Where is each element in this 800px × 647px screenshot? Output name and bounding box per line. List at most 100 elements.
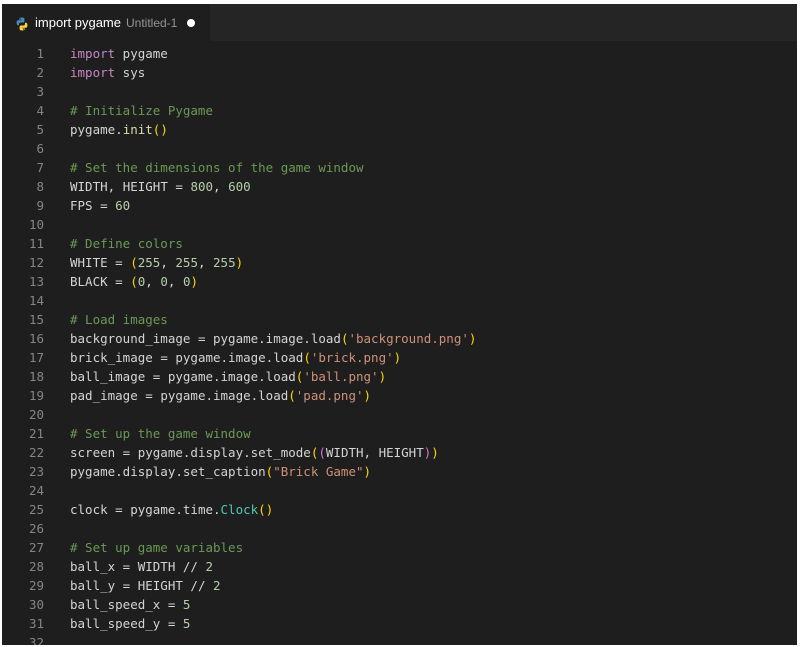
code-line[interactable]: 19 pad_image = pygame.image.load('pad.png… bbox=[2, 386, 797, 405]
line-number: 24 bbox=[28, 483, 44, 498]
line-number: 12 bbox=[28, 255, 44, 270]
code-line[interactable]: 26 bbox=[2, 519, 797, 538]
line-number: 8 bbox=[36, 179, 44, 194]
code-token: background_image bbox=[70, 331, 191, 346]
code-text: WHITE = (255, 255, 255) bbox=[70, 253, 243, 272]
tab-untitled-1[interactable]: import pygame Untitled-1 bbox=[2, 4, 210, 41]
code-line[interactable]: 21 # Set up the game window bbox=[2, 424, 797, 443]
code-token: 'ball.png' bbox=[303, 369, 379, 384]
code-line[interactable]: 16 background_image = pygame.image.load('… bbox=[2, 329, 797, 348]
code-line[interactable]: 30 ball_speed_x = 5 bbox=[2, 595, 797, 614]
code-line[interactable]: 29 ball_y = HEIGHT // 2 bbox=[2, 576, 797, 595]
code-editor[interactable]: 1 import pygame 2 import sys 3 4 # Initialize … bbox=[2, 41, 797, 645]
code-line[interactable]: 24 bbox=[2, 481, 797, 500]
code-line[interactable]: 8 WIDTH, HEIGHT = 800, 600 bbox=[2, 177, 797, 196]
code-line[interactable]: 4 # Initialize Pygame bbox=[2, 101, 797, 120]
code-token: pygame bbox=[115, 46, 168, 61]
code-line[interactable]: 13 BLACK = (0, 0, 0) bbox=[2, 272, 797, 291]
code-token: 'pad.png' bbox=[295, 388, 364, 403]
code-token: ball_speed_y bbox=[70, 616, 161, 631]
code-text: # Initialize Pygame bbox=[70, 101, 213, 120]
line-number: 20 bbox=[28, 407, 44, 422]
code-token: 0 bbox=[160, 274, 168, 289]
line-number: 27 bbox=[28, 540, 44, 555]
line-number: 21 bbox=[28, 426, 44, 441]
code-token: 800 bbox=[190, 179, 214, 194]
code-token: = bbox=[115, 559, 138, 574]
line-number: 18 bbox=[28, 369, 44, 384]
code-token: , bbox=[213, 179, 229, 194]
unsaved-dot-icon[interactable] bbox=[187, 18, 196, 27]
line-number: 6 bbox=[36, 141, 44, 156]
code-token: = bbox=[137, 388, 161, 403]
code-line[interactable]: 3 bbox=[2, 82, 797, 101]
code-token: ) bbox=[363, 388, 372, 403]
code-line[interactable]: 6 bbox=[2, 139, 797, 158]
code-token: brick_image bbox=[70, 350, 153, 365]
code-token: 5 bbox=[182, 616, 191, 631]
code-text: pygame.init() bbox=[70, 120, 168, 139]
code-text: # Set up the game window bbox=[70, 424, 251, 443]
code-token: pygame.display.set_mode bbox=[137, 445, 311, 460]
code-token: HEIGHT bbox=[122, 179, 168, 194]
line-number: 1 bbox=[36, 46, 44, 61]
code-token: , bbox=[197, 255, 214, 270]
code-token: "Brick Game" bbox=[273, 464, 364, 479]
code-text: FPS = 60 bbox=[70, 196, 130, 215]
code-text: clock = pygame.time.Clock() bbox=[70, 500, 273, 519]
code-text: ball_speed_y = 5 bbox=[70, 614, 190, 633]
code-line[interactable]: 27 # Set up game variables bbox=[2, 538, 797, 557]
code-token: ( bbox=[288, 388, 296, 403]
code-token: () bbox=[152, 122, 168, 137]
code-token: ( bbox=[303, 350, 311, 365]
code-token: = bbox=[167, 179, 191, 194]
code-token: import bbox=[70, 65, 116, 80]
code-line[interactable]: 10 bbox=[2, 215, 797, 234]
code-line[interactable]: 31 ball_speed_y = 5 bbox=[2, 614, 797, 633]
code-token: = bbox=[107, 255, 131, 270]
line-number: 4 bbox=[36, 103, 44, 118]
tab-description: Untitled-1 bbox=[125, 15, 178, 30]
code-line[interactable]: 12 WHITE = (255, 255, 255) bbox=[2, 253, 797, 272]
code-token: ) bbox=[431, 445, 439, 460]
code-token: # Set the dimensions of the game window bbox=[70, 160, 364, 175]
code-token: WIDTH // bbox=[137, 559, 206, 574]
code-token: ) bbox=[363, 464, 372, 479]
line-number: 16 bbox=[28, 331, 44, 346]
tab-bar: import pygame Untitled-1 bbox=[2, 4, 797, 41]
code-token: WIDTH, HEIGHT bbox=[325, 445, 424, 460]
code-token: , bbox=[107, 179, 123, 194]
code-line[interactable]: 9 FPS = 60 bbox=[2, 196, 797, 215]
code-line[interactable]: 1 import pygame bbox=[2, 44, 797, 63]
code-line[interactable]: 25 clock = pygame.time.Clock() bbox=[2, 500, 797, 519]
code-line[interactable]: 32 bbox=[2, 633, 797, 645]
code-line[interactable]: 22 screen = pygame.display.set_mode((WIDT… bbox=[2, 443, 797, 462]
code-token: sys bbox=[115, 65, 146, 80]
line-number: 28 bbox=[28, 559, 44, 574]
code-line[interactable]: 11 # Define colors bbox=[2, 234, 797, 253]
code-token: , bbox=[160, 255, 176, 270]
code-token: 255 bbox=[137, 255, 161, 270]
code-token: 'brick.png' bbox=[310, 350, 394, 365]
code-line[interactable]: 14 bbox=[2, 291, 797, 310]
code-token: # Initialize Pygame bbox=[70, 103, 213, 118]
line-number: 25 bbox=[28, 502, 44, 517]
code-line[interactable]: 15 # Load images bbox=[2, 310, 797, 329]
code-text: # Load images bbox=[70, 310, 168, 329]
code-line[interactable]: 23 pygame.display.set_caption("Brick Game… bbox=[2, 462, 797, 481]
code-token: pygame.image.load bbox=[175, 350, 304, 365]
code-line[interactable]: 5 pygame.init() bbox=[2, 120, 797, 139]
code-line[interactable]: 7 # Set the dimensions of the game window bbox=[2, 158, 797, 177]
code-token: 2 bbox=[205, 559, 213, 574]
code-line[interactable]: 20 bbox=[2, 405, 797, 424]
code-token: 255 bbox=[213, 255, 236, 270]
code-token: # Define colors bbox=[70, 236, 183, 251]
code-line[interactable]: 28 ball_x = WIDTH // 2 bbox=[2, 557, 797, 576]
code-token: = bbox=[92, 198, 116, 213]
code-line[interactable]: 17 brick_image = pygame.image.load('brick… bbox=[2, 348, 797, 367]
code-line[interactable]: 2 import sys bbox=[2, 63, 797, 82]
line-number: 7 bbox=[36, 160, 44, 175]
code-token: HEIGHT // bbox=[137, 578, 213, 593]
code-line[interactable]: 18 ball_image = pygame.image.load('ball.p… bbox=[2, 367, 797, 386]
code-token: ) bbox=[468, 331, 477, 346]
